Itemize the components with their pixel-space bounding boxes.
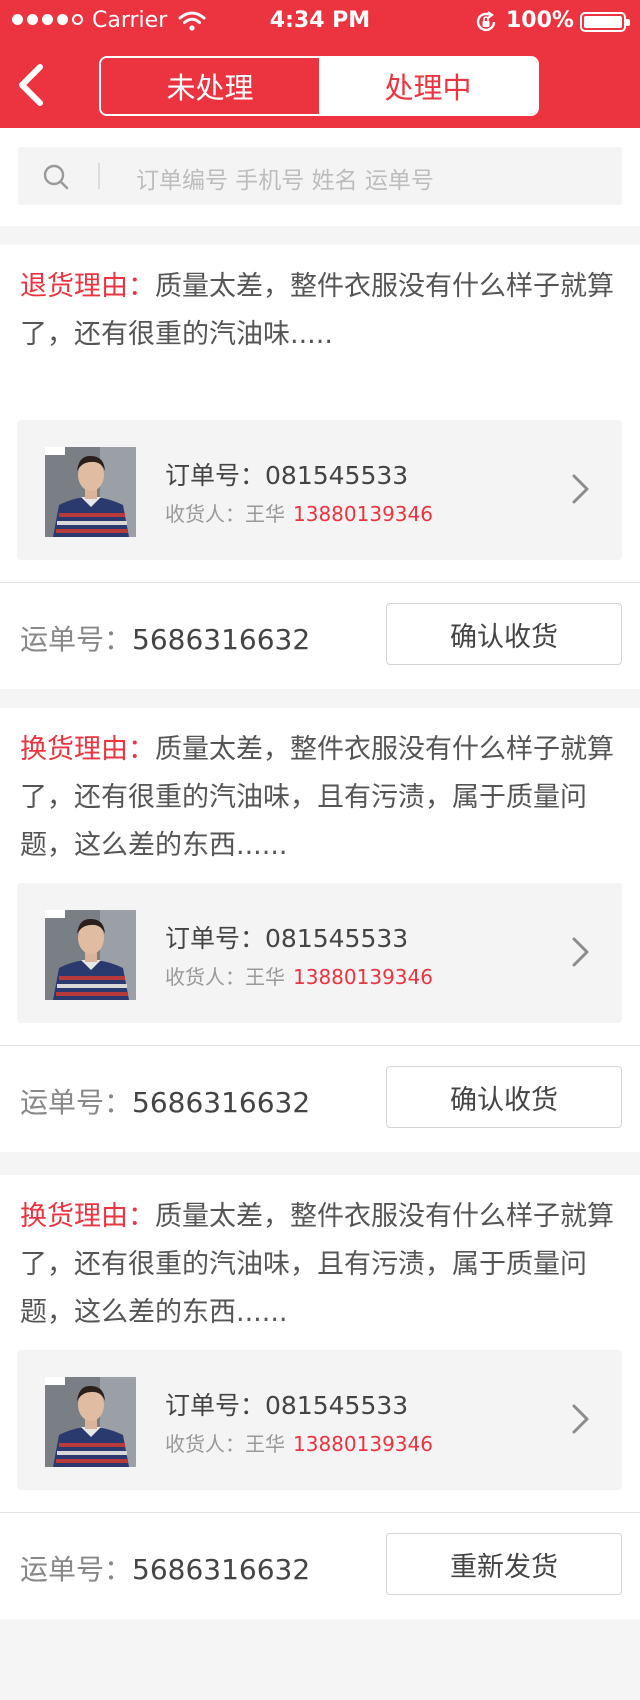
waybill-value: 5686316632: [132, 623, 311, 656]
search-icon: [43, 164, 69, 190]
tab-processing[interactable]: 处理中: [319, 58, 537, 114]
search-divider: [98, 163, 100, 189]
waybill-label: 运单号：: [20, 1086, 133, 1119]
consignee-name: 王华: [245, 1432, 285, 1456]
consignee-phone[interactable]: 13880139346: [293, 965, 433, 989]
back-arrow-icon[interactable]: [14, 62, 48, 108]
consignee-phone[interactable]: 13880139346: [293, 1432, 433, 1456]
product-row[interactable]: 订单号：081545533 收货人：王华 13880139346: [17, 420, 622, 560]
consignee-label: 收货人：: [165, 965, 245, 989]
status-segmented-control: 未处理 处理中: [99, 56, 539, 116]
return-reason: 退货理由：质量太差，整件衣服没有什么样子就算了，还有很重的汽油味.....: [20, 263, 620, 359]
order-number: 订单号：081545533: [165, 919, 408, 955]
reason-label: 退货理由：: [20, 271, 155, 302]
consignee-phone[interactable]: 13880139346: [293, 502, 433, 526]
search-input[interactable]: 订单编号 手机号 姓名 运单号: [18, 147, 622, 205]
reason-label: 换货理由：: [20, 1201, 155, 1232]
waybill-label: 运单号：: [20, 1553, 133, 1586]
chevron-right-icon: [572, 937, 589, 967]
order-number-label: 订单号：: [165, 924, 266, 953]
waybill-label: 运单号：: [20, 623, 133, 656]
product-row[interactable]: 订单号：081545533 收货人：王华 13880139346: [17, 883, 622, 1023]
order-number: 订单号：081545533: [165, 456, 408, 492]
battery-percent: 100%: [506, 8, 574, 33]
product-thumbnail: [45, 910, 136, 1000]
rotation-lock-icon: [476, 11, 496, 32]
search-section: 订单编号 手机号 姓名 运单号: [0, 128, 640, 226]
consignee: 收货人：王华 13880139346: [165, 498, 433, 527]
consignee: 收货人：王华 13880139346: [165, 961, 433, 990]
product-row[interactable]: 订单号：081545533 收货人：王华 13880139346: [17, 1350, 622, 1490]
consignee-name: 王华: [245, 502, 285, 526]
divider: [0, 582, 640, 583]
waybill-value: 5686316632: [132, 1553, 311, 1586]
status-bar: Carrier 4:34 PM 100%: [0, 0, 640, 42]
app-header: Carrier 4:34 PM 100% 未处理 处理中: [0, 0, 640, 128]
divider: [0, 1512, 640, 1513]
chevron-right-icon: [572, 1404, 589, 1434]
order-number-label: 订单号：: [165, 461, 266, 490]
confirm-receipt-button[interactable]: 确认收货: [386, 1066, 622, 1128]
order-card: 退货理由：质量太差，整件衣服没有什么样子就算了，还有很重的汽油味..... 订单…: [0, 245, 640, 689]
battery-icon: [580, 12, 630, 32]
consignee-label: 收货人：: [165, 1432, 245, 1456]
order-card: 换货理由：质量太差，整件衣服没有什么样子就算了，还有很重的汽油味，且有污渍，属于…: [0, 1175, 640, 1619]
exchange-reason: 换货理由：质量太差，整件衣服没有什么样子就算了，还有很重的汽油味，且有污渍，属于…: [20, 726, 620, 870]
waybill-number: 运单号：5686316632: [20, 1548, 310, 1588]
waybill-value: 5686316632: [132, 1086, 311, 1119]
confirm-receipt-button[interactable]: 确认收货: [386, 603, 622, 665]
reship-button[interactable]: 重新发货: [386, 1533, 622, 1595]
search-placeholder: 订单编号 手机号 姓名 运单号: [136, 168, 434, 194]
product-thumbnail: [45, 1377, 136, 1467]
order-number: 订单号：081545533: [165, 1386, 408, 1422]
consignee: 收货人：王华 13880139346: [165, 1428, 433, 1457]
consignee-label: 收货人：: [165, 502, 245, 526]
exchange-reason: 换货理由：质量太差，整件衣服没有什么样子就算了，还有很重的汽油味，且有污渍，属于…: [20, 1193, 620, 1337]
consignee-name: 王华: [245, 965, 285, 989]
order-number-value: 081545533: [265, 924, 409, 953]
product-thumbnail: [45, 447, 136, 537]
divider: [0, 1045, 640, 1046]
order-card: 换货理由：质量太差，整件衣服没有什么样子就算了，还有很重的汽油味，且有污渍，属于…: [0, 708, 640, 1152]
waybill-number: 运单号：5686316632: [20, 618, 310, 658]
order-number-value: 081545533: [265, 1391, 409, 1420]
tab-unprocessed[interactable]: 未处理: [101, 58, 319, 114]
reason-label: 换货理由：: [20, 734, 155, 765]
chevron-right-icon: [572, 474, 589, 504]
waybill-number: 运单号：5686316632: [20, 1081, 310, 1121]
order-number-label: 订单号：: [165, 1391, 266, 1420]
order-number-value: 081545533: [265, 461, 409, 490]
